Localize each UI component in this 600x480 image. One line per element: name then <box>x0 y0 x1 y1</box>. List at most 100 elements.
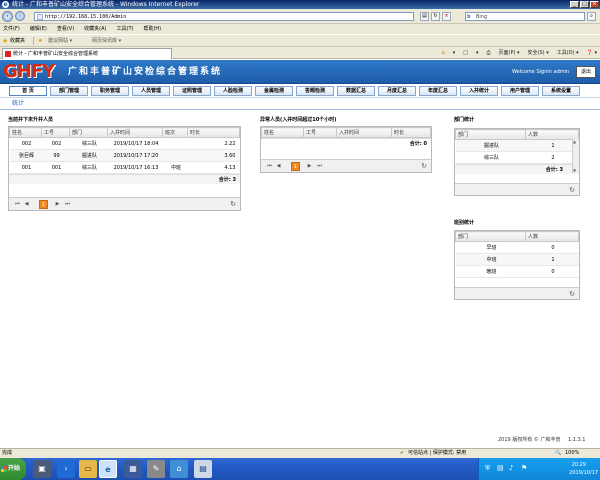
ie-taskbar-icon[interactable]: e <box>99 460 117 478</box>
column-header[interactable]: 时长 <box>391 127 431 138</box>
first-page-icon[interactable]: ⏮ <box>14 201 21 208</box>
menu-favorites[interactable]: 收藏夹(A) <box>84 24 106 34</box>
tray-volume-icon[interactable]: ♪ <box>509 464 513 472</box>
table-row[interactable]: 张巨辉 99 掘进队 2019/10/17 17:20 3.60 <box>9 149 240 162</box>
nav-home[interactable]: 首 页 <box>9 86 47 96</box>
network-icon[interactable]: ⌂ <box>170 460 188 478</box>
favorites-button[interactable]: 收藏夹 <box>10 35 25 47</box>
last-page-icon[interactable]: ⏭ <box>64 201 71 208</box>
prev-page-icon[interactable]: ◀ <box>23 201 30 208</box>
menu-file[interactable]: 文件(F) <box>3 24 20 34</box>
tools-icon[interactable]: ✎ <box>147 460 165 478</box>
zoom-level[interactable]: 100% <box>565 449 579 458</box>
menu-page[interactable]: 页面(P) ▾ <box>499 48 520 58</box>
menu-cmd-tools[interactable]: 工具(O) ▾ <box>557 48 579 58</box>
menu-tools[interactable]: 工具(T) <box>117 24 134 34</box>
nav-personnel[interactable]: 人员管理 <box>132 86 170 96</box>
column-header[interactable]: 人数 <box>525 129 579 140</box>
maximize-button[interactable]: □ <box>580 1 589 8</box>
close-button[interactable]: × <box>590 1 599 8</box>
logout-button[interactable]: 退出 <box>576 66 596 78</box>
nav-departments[interactable]: 部门管理 <box>50 86 88 96</box>
table-row[interactable]: 晚班 0 <box>455 265 579 278</box>
next-page-icon[interactable]: ▶ <box>54 201 61 208</box>
document-icon[interactable]: ▤ <box>194 460 212 478</box>
tray-shield-icon[interactable]: ⛨ <box>485 464 490 473</box>
table-row[interactable]: 综三队 2 <box>455 151 579 164</box>
security-zone[interactable]: 可信站点 | 保护模式: 禁用 <box>408 449 466 458</box>
column-header[interactable]: 部门 <box>455 231 526 242</box>
monitor-icon[interactable]: ▦ <box>124 460 142 478</box>
explorer-icon[interactable]: ▭ <box>79 460 97 478</box>
refresh-icon[interactable]: ↻ <box>569 290 575 299</box>
table-row[interactable]: 002 002 综三队 2019/10/17 18:04 2.22 <box>9 137 240 150</box>
browser-tab[interactable]: 统计 - 广和丰普矿山安全综合管理系统 <box>2 48 172 59</box>
search-go-icon[interactable]: ⌕ <box>587 12 596 21</box>
print-icon[interactable]: ⎙ <box>487 48 491 58</box>
compatibility-icon[interactable]: ▤ <box>420 12 429 21</box>
nav-data-summary[interactable]: 数据汇总 <box>337 86 375 96</box>
server-manager-icon[interactable]: ▣ <box>33 460 51 478</box>
refresh-icon[interactable]: ↻ <box>421 162 427 171</box>
column-header[interactable]: 工号 <box>41 127 70 138</box>
home-icon[interactable]: ⌂ <box>442 48 445 58</box>
refresh-icon[interactable]: ↻ <box>230 200 236 209</box>
current-page[interactable]: 1 <box>291 162 300 171</box>
current-page[interactable]: 1 <box>39 200 48 209</box>
clock-time[interactable]: 20:29 <box>572 462 586 468</box>
column-header[interactable]: 部门 <box>69 127 108 138</box>
favorite-web-slices[interactable]: 网页快讯库 ▾ <box>92 35 121 47</box>
column-header[interactable]: 部门 <box>455 129 526 140</box>
nav-face-check[interactable]: 人脸检测 <box>214 86 252 96</box>
address-bar[interactable]: http://192.168.15.100/Admin <box>34 12 414 21</box>
refresh-icon[interactable]: ↻ <box>569 186 575 195</box>
refresh-icon[interactable]: ↻ <box>431 12 440 21</box>
cmd-feeds-dropdown[interactable]: ▾ <box>476 48 479 58</box>
table-row[interactable]: 中班 1 <box>455 253 579 266</box>
clock-date[interactable]: 2019/10/17 <box>569 470 598 476</box>
menu-help[interactable]: 帮助(H) <box>143 24 161 34</box>
menu-safety[interactable]: 安全(S) ▾ <box>528 48 549 58</box>
powershell-icon[interactable]: › <box>57 460 75 478</box>
tray-network-icon[interactable]: ▤ <box>497 464 504 472</box>
column-header[interactable]: 姓名 <box>261 127 304 138</box>
search-input[interactable]: b Bing <box>465 12 585 21</box>
forward-button[interactable]: › <box>15 11 25 21</box>
nav-metal-check[interactable]: 金属检测 <box>255 86 293 96</box>
scroll-up-icon[interactable]: ▲ <box>573 139 576 144</box>
menu-view[interactable]: 查看(V) <box>57 24 74 34</box>
scrollbar[interactable]: ▲ ▼ <box>572 139 579 173</box>
table-row[interactable]: 掘进队 1 <box>455 139 579 152</box>
column-header[interactable]: 姓名 <box>9 127 42 138</box>
cmd-home-dropdown[interactable]: ▾ <box>453 48 456 58</box>
column-header[interactable]: 时长 <box>187 127 240 138</box>
nav-monthly-summary[interactable]: 月度汇总 <box>378 86 416 96</box>
table-row[interactable]: 001 001 综三队 2019/10/17 16:13 中班 4.13 <box>9 161 240 174</box>
scroll-down-icon[interactable]: ▼ <box>573 168 576 173</box>
add-favorite-icon[interactable]: ★ <box>38 35 42 47</box>
last-page-icon[interactable]: ⏭ <box>316 163 323 170</box>
column-header[interactable]: 人数 <box>525 231 579 242</box>
column-header[interactable]: 工号 <box>303 127 337 138</box>
nav-settings[interactable]: 系统设置 <box>542 86 580 96</box>
nav-quiz-check[interactable]: 答题检测 <box>296 86 334 96</box>
column-header[interactable]: 入井时间 <box>336 127 392 138</box>
help-icon[interactable]: ❓ ▾ <box>587 48 597 58</box>
tray-flag-icon[interactable]: ⚑ <box>521 464 527 472</box>
back-button[interactable]: ‹ <box>2 11 13 22</box>
nav-licenses[interactable]: 证照管理 <box>173 86 211 96</box>
start-button[interactable]: 开始 <box>0 458 26 480</box>
first-page-icon[interactable]: ⏮ <box>266 163 273 170</box>
nav-users[interactable]: 用户管理 <box>501 86 539 96</box>
favorite-suggested-sites[interactable]: 建议网站 ▾ <box>48 35 72 47</box>
stop-icon[interactable]: × <box>442 12 451 21</box>
next-page-icon[interactable]: ▶ <box>306 163 313 170</box>
nav-positions[interactable]: 职务管理 <box>91 86 129 96</box>
minimize-button[interactable]: _ <box>570 1 579 8</box>
menu-edit[interactable]: 编辑(E) <box>30 24 47 34</box>
feeds-icon[interactable]: □ <box>463 48 468 58</box>
column-header[interactable]: 班次 <box>162 127 188 138</box>
column-header[interactable]: 入井时间 <box>107 127 163 138</box>
nav-entry-stats[interactable]: 入井统计 <box>460 86 498 96</box>
prev-page-icon[interactable]: ◀ <box>275 163 282 170</box>
